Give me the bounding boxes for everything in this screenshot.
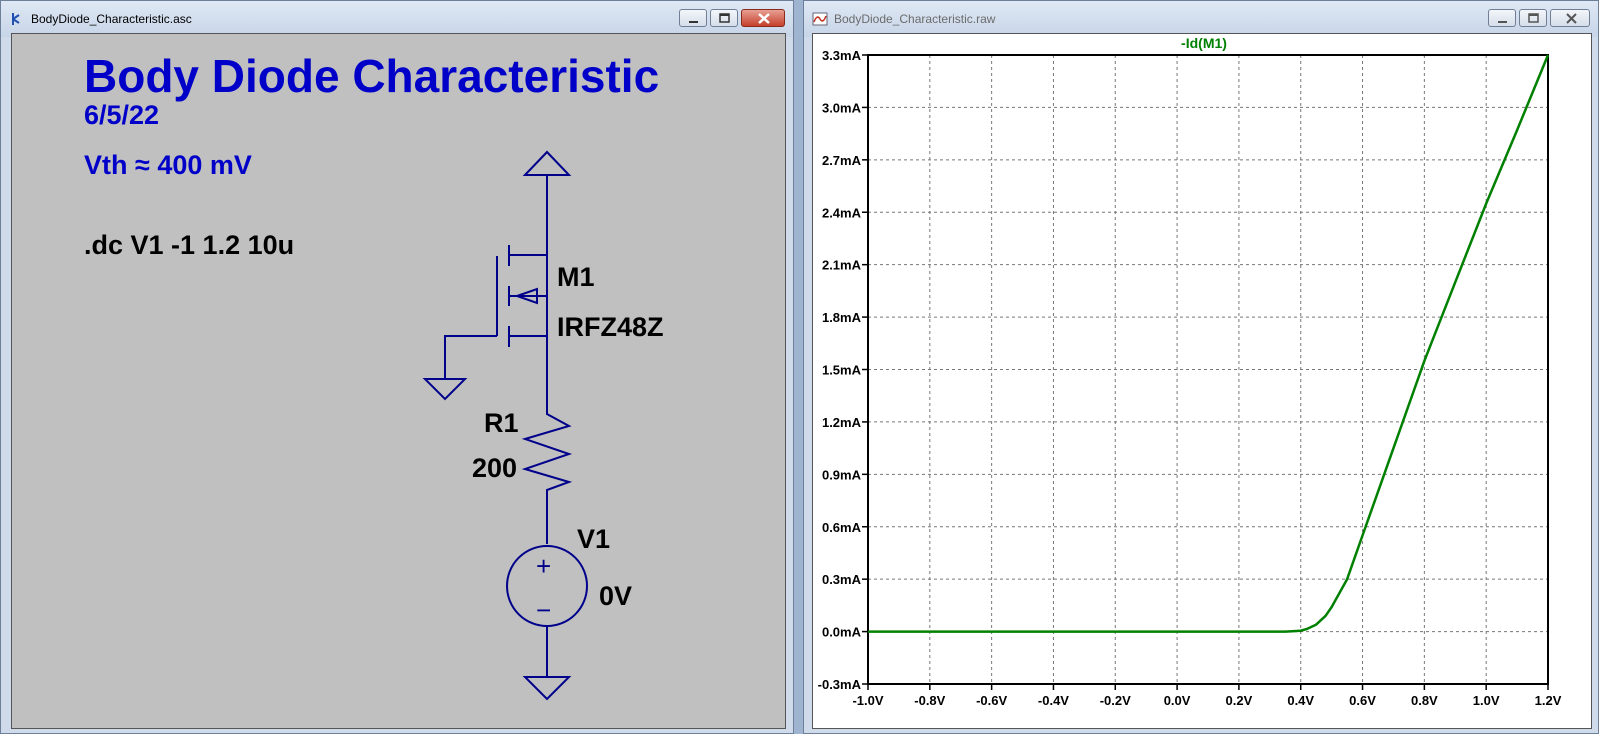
y-tick-label: 1.5mA xyxy=(822,363,862,378)
close-button[interactable] xyxy=(1550,9,1590,27)
plot-grid xyxy=(867,54,1549,685)
mosfet-name-label[interactable]: M1 xyxy=(557,262,595,292)
y-tick-label: 1.8mA xyxy=(822,310,862,325)
y-tick-label: 0.6mA xyxy=(822,520,862,535)
waveform-plot[interactable]: -Id(M1) -0.3mA 0.0mA 0.3mA 0.6mA 0.9mA 1.2mA 1… xyxy=(813,34,1591,728)
waveform-titlebar[interactable]: BodyDiode_Characteristic.raw xyxy=(804,1,1598,37)
schematic-drawing[interactable]: Body Diode Characteristic 6/5/22 Vth ≈ 4… xyxy=(12,34,785,728)
minimize-icon xyxy=(1498,21,1507,23)
minimize-button[interactable] xyxy=(1488,9,1516,27)
x-tick-label: -0.6V xyxy=(976,693,1007,708)
y-axis-ticks: -0.3mA 0.0mA 0.3mA 0.6mA 0.9mA 1.2mA 1.5mA 1.8m… xyxy=(818,48,868,692)
schematic-window: BodyDiode_Characteristic.asc Body Diode … xyxy=(0,0,794,734)
source-name-label[interactable]: V1 xyxy=(577,524,610,554)
x-tick-label: -0.8V xyxy=(914,693,945,708)
schematic-heading: Body Diode Characteristic xyxy=(84,50,659,102)
ground-flag xyxy=(522,676,572,701)
y-tick-label: 0.3mA xyxy=(822,572,862,587)
y-tick-label: 2.4mA xyxy=(822,205,862,220)
resistor-value-label[interactable]: 200 xyxy=(472,453,517,483)
x-tick-label: 0.2V xyxy=(1226,693,1253,708)
waveform-window: BodyDiode_Characteristic.raw -Id(M1) -0.… xyxy=(803,0,1599,734)
restore-button[interactable] xyxy=(1519,9,1547,27)
restore-icon xyxy=(719,13,730,23)
close-button[interactable] xyxy=(741,9,785,27)
source-value-label[interactable]: 0V xyxy=(599,581,632,611)
mosfet-model-label[interactable]: IRFZ48Z xyxy=(557,312,664,342)
x-axis-ticks: -1.0V -0.8V -0.6V -0.4V -0.2V 0.0V 0.2V 0.4V 0.6… xyxy=(852,684,1562,708)
waveform-window-title: BodyDiode_Characteristic.raw xyxy=(834,12,996,26)
x-tick-label: 0.0V xyxy=(1164,693,1191,708)
schematic-window-title: BodyDiode_Characteristic.asc xyxy=(31,12,192,26)
restore-button[interactable] xyxy=(710,9,738,27)
trace-title-label[interactable]: -Id(M1) xyxy=(1181,35,1227,51)
minimize-button[interactable] xyxy=(679,9,707,27)
waveform-plot-pane[interactable]: -Id(M1) -0.3mA 0.0mA 0.3mA 0.6mA 0.9mA 1.2mA 1… xyxy=(812,33,1592,729)
restore-icon xyxy=(1528,13,1539,23)
mosfet-symbol xyxy=(422,245,548,406)
schematic-date: 6/5/22 xyxy=(84,100,159,130)
x-tick-label: -0.2V xyxy=(1100,693,1131,708)
ltspice-schematic-icon xyxy=(12,13,20,25)
close-icon xyxy=(758,13,770,24)
x-tick-label: 0.6V xyxy=(1349,693,1376,708)
x-tick-label: 1.2V xyxy=(1535,693,1562,708)
minimize-icon xyxy=(689,21,698,23)
y-tick-label: 0.9mA xyxy=(822,467,862,482)
resistor-name-label[interactable]: R1 xyxy=(484,408,519,438)
dc-directive[interactable]: .dc V1 -1 1.2 10u xyxy=(84,230,294,260)
y-tick-label: 2.7mA xyxy=(822,153,862,168)
waveform-viewer-icon xyxy=(812,12,828,26)
schematic-titlebar[interactable]: BodyDiode_Characteristic.asc xyxy=(1,1,793,37)
y-tick-label: 2.1mA xyxy=(822,258,862,273)
source-plus-sign: + xyxy=(536,551,551,581)
y-tick-label: -0.3mA xyxy=(818,677,862,692)
close-icon xyxy=(1566,13,1577,24)
source-minus-sign: − xyxy=(536,595,551,625)
x-tick-label: 0.4V xyxy=(1287,693,1314,708)
y-tick-label: 1.2mA xyxy=(822,415,862,430)
schematic-canvas[interactable]: Body Diode Characteristic 6/5/22 Vth ≈ 4… xyxy=(11,33,786,729)
x-tick-label: 1.0V xyxy=(1473,693,1500,708)
x-tick-label: 0.8V xyxy=(1411,693,1438,708)
vth-note: Vth ≈ 400 mV xyxy=(84,150,252,180)
y-tick-label: 0.0mA xyxy=(822,625,862,640)
y-tick-label: 3.3mA xyxy=(822,48,862,63)
resistor-symbol xyxy=(521,406,573,544)
top-node-flag xyxy=(509,150,572,256)
x-tick-label: -1.0V xyxy=(852,693,883,708)
trace-line-id-m1[interactable] xyxy=(868,54,1550,633)
x-tick-label: -0.4V xyxy=(1038,693,1069,708)
y-tick-label: 3.0mA xyxy=(822,100,862,115)
